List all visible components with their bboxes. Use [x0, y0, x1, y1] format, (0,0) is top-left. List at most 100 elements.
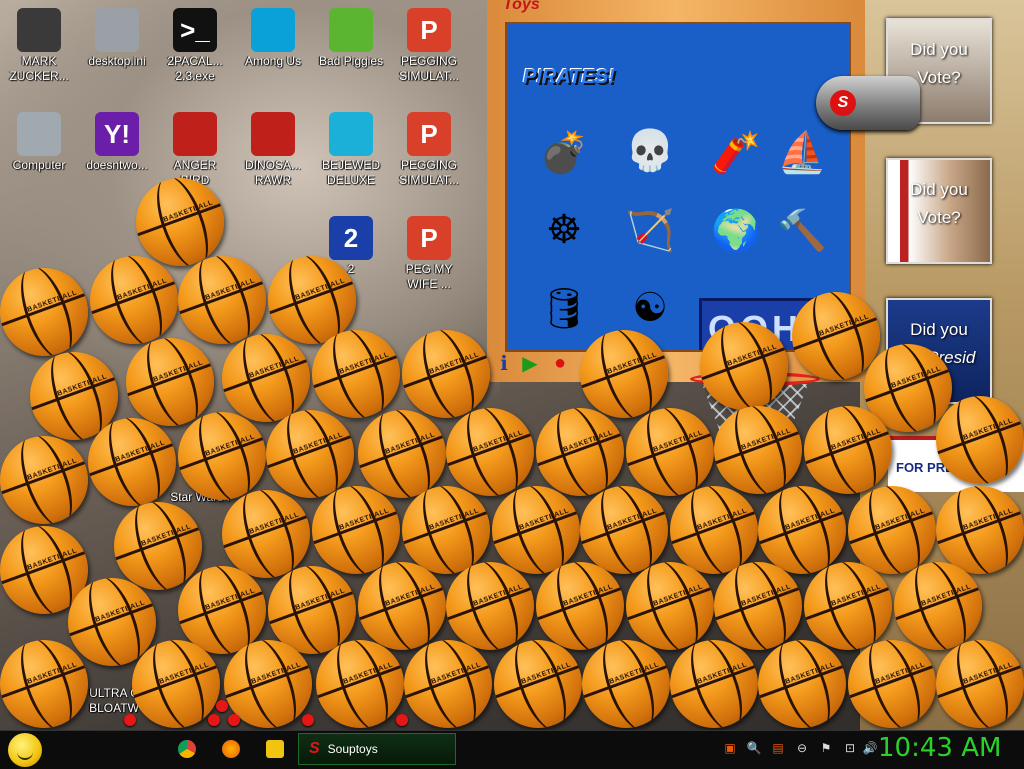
cannon-green-toy[interactable]: 🧨 [703, 124, 769, 180]
basketball-toy[interactable]: BASKETBALL [402, 486, 490, 574]
basketball-toy[interactable]: BASKETBALL [626, 562, 714, 650]
desktop-icon[interactable]: P PEGGING SIMULAT... [390, 8, 468, 84]
cannon-toy[interactable]: 💣 [531, 124, 597, 180]
desktop-icon[interactable]: BEJEWED DELUXE [312, 112, 390, 188]
folder-icon[interactable] [266, 740, 284, 758]
basketball-toy[interactable]: BASKETBALL [582, 640, 670, 728]
barrels-toy[interactable]: 🛢 [531, 280, 597, 336]
ship-wheel-toy[interactable]: ☸ [531, 202, 597, 258]
basketball-toy[interactable]: BASKETBALL [936, 640, 1024, 728]
basketball-toy[interactable]: BASKETBALL [90, 256, 178, 344]
basketball-toy[interactable]: BASKETBALL [312, 486, 400, 574]
basketball-toy[interactable]: BASKETBALL [132, 640, 220, 728]
desktop-icon[interactable]: P PEG MY WIFE ... [390, 216, 468, 292]
basketball-toy[interactable]: BASKETBALL [848, 486, 936, 574]
basketball-toy[interactable]: BASKETBALL [792, 292, 880, 380]
desktop-icon[interactable]: >_ 2PACAL... 2.3.exe [156, 8, 234, 84]
stop-icon[interactable]: ● [549, 352, 571, 374]
volume-icon[interactable]: 🔊 [862, 740, 878, 756]
basketball-text: BASKETBALL [784, 507, 837, 532]
basketball-toy[interactable]: BASKETBALL [222, 334, 310, 422]
basketball-toy[interactable]: BASKETBALL [0, 640, 88, 728]
basketball-toy[interactable]: BASKETBALL [700, 322, 788, 410]
basketball-toy[interactable]: BASKETBALL [714, 406, 802, 494]
yin-yang-toy[interactable]: ☯ [617, 280, 683, 336]
basketball-toy[interactable]: BASKETBALL [266, 410, 354, 498]
globe-toy[interactable]: 🌍 [703, 202, 769, 258]
souptoys-task-button[interactable]: S Souptoys [298, 733, 456, 765]
tray-app-icon[interactable]: ▣ [722, 740, 738, 756]
mallet-toy[interactable]: 🔨 [769, 202, 835, 258]
basketball-toy[interactable]: BASKETBALL [0, 436, 88, 524]
network-icon[interactable]: ⊡ [842, 740, 858, 756]
basketball-toy[interactable]: BASKETBALL [492, 486, 580, 574]
basketball-toy[interactable]: BASKETBALL [402, 330, 490, 418]
basketball-toy[interactable]: BASKETBALL [536, 408, 624, 496]
play-icon[interactable]: ▶ [519, 352, 541, 375]
basketball-toy[interactable]: BASKETBALL [178, 412, 266, 500]
basketball-toy[interactable]: BASKETBALL [848, 640, 936, 728]
start-button[interactable] [8, 733, 42, 767]
basketball-toy[interactable]: BASKETBALL [580, 330, 668, 418]
basketball-toy[interactable]: BASKETBALL [894, 562, 982, 650]
search-icon[interactable]: 🔍 [746, 740, 762, 756]
basketball-toy[interactable]: BASKETBALL [536, 562, 624, 650]
desktop-icon[interactable]: MARK ZUCKER... [0, 8, 78, 84]
basketball-toy[interactable]: BASKETBALL [114, 502, 202, 590]
basketball-toy[interactable]: BASKETBALL [758, 640, 846, 728]
basketball-toy[interactable]: BASKETBALL [178, 256, 266, 344]
vote-card-2[interactable]: Did you Vote? [886, 158, 992, 264]
desktop-icon[interactable]: DINOSA... RAWR [234, 112, 312, 188]
basketball-toy[interactable]: BASKETBALL [670, 640, 758, 728]
red-dot[interactable] [216, 700, 228, 712]
red-dot[interactable] [228, 714, 240, 726]
cannon-toy-large[interactable]: S [816, 76, 920, 130]
desktop-icon[interactable]: ANGER BIRD [156, 112, 234, 188]
basketball-toy[interactable]: BASKETBALL [626, 408, 714, 496]
basketball-toy[interactable]: BASKETBALL [358, 562, 446, 650]
basketball-toy[interactable]: BASKETBALL [804, 562, 892, 650]
skull-toy[interactable]: 💀 [617, 122, 683, 178]
red-dot[interactable] [302, 714, 314, 726]
basketball-toy[interactable]: BASKETBALL [936, 486, 1024, 574]
basketball-toy[interactable]: BASKETBALL [404, 640, 492, 728]
basketball-toy[interactable]: BASKETBALL [758, 486, 846, 574]
desktop-icon[interactable]: desktop.ini [78, 8, 156, 69]
basketball-toy[interactable]: BASKETBALL [446, 562, 534, 650]
info-icon[interactable]: ℹ [493, 352, 515, 375]
basketball-toy[interactable]: BASKETBALL [88, 418, 176, 506]
pirate-ship-toy[interactable]: ⛵ [769, 124, 835, 180]
desktop-icon[interactable]: Bad Piggies [312, 8, 390, 69]
catapult-toy[interactable]: 🏹 [617, 202, 683, 258]
red-dot[interactable] [124, 714, 136, 726]
basketball-toy[interactable]: BASKETBALL [126, 338, 214, 426]
chrome-icon[interactable] [178, 740, 196, 758]
firefox-icon[interactable] [222, 740, 240, 758]
tray-app-icon[interactable]: ▤ [770, 740, 786, 756]
basketball-toy[interactable]: BASKETBALL [0, 268, 88, 356]
basketball-toy[interactable]: BASKETBALL [494, 640, 582, 728]
minus-icon[interactable]: ⊖ [794, 740, 810, 756]
basketball-toy[interactable]: BASKETBALL [714, 562, 802, 650]
desktop-icon[interactable]: Computer [0, 112, 78, 173]
red-dot[interactable] [208, 714, 220, 726]
basketball-text: BASKETBALL [428, 351, 481, 376]
red-dot[interactable] [396, 714, 408, 726]
basketball-text: BASKETBALL [696, 661, 749, 686]
basketball-toy[interactable]: BASKETBALL [580, 486, 668, 574]
basketball-toy[interactable]: BASKETBALL [804, 406, 892, 494]
basketball-toy[interactable]: BASKETBALL [222, 490, 310, 578]
basketball-toy[interactable]: BASKETBALL [316, 640, 404, 728]
basketball-toy[interactable]: BASKETBALL [68, 578, 156, 666]
basketball-toy[interactable]: BASKETBALL [358, 410, 446, 498]
basketball-toy[interactable]: BASKETBALL [136, 178, 224, 266]
desktop-icon[interactable]: Among Us [234, 8, 312, 69]
basketball-toy[interactable]: BASKETBALL [670, 486, 758, 574]
basketball-toy[interactable]: BASKETBALL [446, 408, 534, 496]
clock[interactable]: 10:43 AM [878, 733, 1001, 763]
flag-icon[interactable]: ⚑ [818, 740, 834, 756]
desktop-icon[interactable]: Y! doesntwo... [78, 112, 156, 173]
basketball-toy[interactable]: BASKETBALL [312, 330, 400, 418]
basketball-toy[interactable]: BASKETBALL [936, 396, 1024, 484]
desktop-icon[interactable]: P PEGGING SIMULAT... [390, 112, 468, 188]
